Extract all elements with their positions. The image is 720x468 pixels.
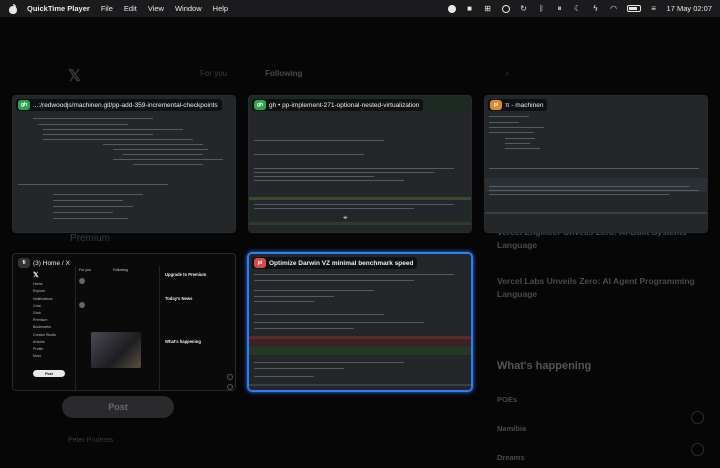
sidebar-heading-premium: Upgrade to Premium	[165, 272, 207, 277]
window-thumbnail-4[interactable]: 𝕏 Home Explore Notifications Chat Grok P…	[12, 253, 236, 391]
app-menu[interactable]: QuickTime Player	[27, 4, 90, 13]
window-thumbnail-3[interactable]: pi π - machinen	[484, 95, 708, 233]
nav-profile: Profile	[33, 347, 44, 352]
gh-app-icon: gh	[254, 100, 266, 110]
menu-edit[interactable]: Edit	[124, 4, 137, 13]
tab-for-you: For you	[200, 69, 228, 78]
search-icon: ⌕	[505, 69, 510, 78]
menu-help[interactable]: Help	[213, 4, 228, 13]
bluetooth-icon[interactable]: ᛒ	[537, 4, 547, 14]
cursor-icon: ⌖	[343, 213, 348, 222]
pause-icon[interactable]: ⏸	[555, 4, 565, 14]
trend-small-3: Dreams	[497, 453, 525, 462]
trend-item-2: Vercel Labs Unveils Zero: AI Agent Progr…	[497, 276, 695, 299]
x-logo-icon: 𝕏	[68, 68, 81, 85]
post-button: Post	[62, 396, 174, 418]
grid-icon[interactable]: ⊞	[483, 4, 493, 14]
menubar-clock[interactable]: 17 May 02:07	[667, 4, 712, 13]
bolt-icon[interactable]: ϟ	[591, 4, 601, 14]
nav-premium: Premium	[33, 318, 48, 323]
nav-chat: Chat	[33, 303, 41, 308]
browser-content: 𝕏 Home Explore Notifications Chat Grok P…	[13, 254, 235, 390]
window-title: Optimize Darwin VZ minimal benchmark spe…	[269, 259, 414, 267]
window-label: fi (3) Home / X	[16, 257, 74, 269]
gh-app-icon: gh	[18, 100, 30, 110]
terminal-content	[13, 96, 235, 232]
chat-icon	[691, 411, 704, 424]
x-feed-tabs: For you Following	[79, 268, 128, 272]
window-thumbnail-1[interactable]: gh ...:/redwoodjs/machinen.git/pp-add-35…	[12, 95, 236, 233]
window-title: gh • pp-implement-271-optional-nested-vi…	[269, 101, 420, 109]
menu-view[interactable]: View	[148, 4, 164, 13]
control-center-icon[interactable]: ≡	[649, 4, 659, 14]
window-title: π - machinen	[505, 101, 544, 109]
tab-following: Following	[112, 268, 128, 272]
tab-for-you: For you	[79, 268, 91, 272]
circle-icon[interactable]	[501, 4, 511, 14]
x-sidebar: Upgrade to Premium Today's News What's h…	[165, 268, 227, 345]
premium-label: Premium	[70, 233, 111, 244]
pi-app-icon: pi	[490, 100, 502, 110]
nav-grok: Grok	[33, 311, 41, 316]
terminal-content	[485, 96, 707, 232]
nav-notifications: Notifications	[33, 296, 53, 301]
sidebar-heading-news: Today's News	[165, 295, 193, 301]
nav-explore: Explore	[33, 289, 46, 294]
terminal-content: ⌖	[249, 96, 471, 232]
window-label: pi π - machinen	[488, 99, 548, 111]
menu-file[interactable]: File	[101, 4, 113, 13]
x-feed	[75, 266, 160, 390]
moon-icon[interactable]: ☾	[573, 4, 583, 14]
sidebar-heading-happening: What's happening	[165, 339, 201, 344]
window-label: gh gh • pp-implement-271-optional-nested…	[252, 99, 424, 111]
window-label: pi Optimize Darwin VZ minimal benchmark …	[252, 257, 418, 269]
trend-small-1: POEs	[497, 395, 518, 404]
menu-window[interactable]: Window	[175, 4, 202, 13]
chat-icon	[227, 374, 233, 380]
stop-icon[interactable]: ■	[465, 4, 475, 14]
record-icon[interactable]	[447, 4, 457, 14]
browser-app-icon: fi	[18, 258, 30, 268]
window-title: (3) Home / X	[33, 259, 70, 267]
status-area: ■ ⊞ ↻ ᛒ ⏸ ☾ ϟ ◠ ≡ 17 May 02:07	[447, 0, 712, 17]
x-logo-icon: 𝕏	[33, 272, 39, 279]
wifi-icon[interactable]: ◠	[609, 4, 619, 14]
nav-more: More	[33, 354, 42, 359]
feed-tabs: For you Following	[200, 69, 302, 78]
battery-icon[interactable]	[626, 5, 641, 12]
nav-articles: Articles	[33, 339, 45, 344]
tab-following: Following	[265, 69, 303, 78]
trend-small-2: Namibia	[497, 424, 527, 433]
nav-bookmarks: Bookmarks	[33, 325, 51, 330]
apple-icon[interactable]	[8, 3, 18, 14]
background-app: 𝕏 For you Following ⌕ Premium Post Peter…	[0, 17, 720, 468]
window-title: ...:/redwoodjs/machinen.git/pp-add-359-i…	[33, 101, 218, 109]
post-image	[91, 332, 141, 368]
menu-bar: QuickTime Player File Edit View Window H…	[0, 0, 720, 17]
pi-app-icon: pi	[254, 258, 266, 268]
message-icon	[227, 384, 233, 390]
profile-name: Peter Pruteres	[68, 437, 114, 444]
window-thumbnail-2[interactable]: ⌖ gh gh • pp-implement-271-optional-nest…	[248, 95, 472, 233]
whats-happening-heading: What's happening	[497, 360, 592, 372]
sync-icon[interactable]: ↻	[519, 4, 529, 14]
terminal-content	[249, 254, 471, 390]
window-thumbnail-5[interactable]: pi Optimize Darwin VZ minimal benchmark …	[247, 252, 473, 392]
avatar	[79, 302, 85, 308]
avatar	[79, 278, 85, 284]
x-post-button: Post	[33, 370, 65, 377]
nav-creator-studio: Creator Studio	[33, 332, 57, 337]
nav-home: Home	[33, 282, 43, 287]
x-nav: 𝕏 Home Explore Notifications Chat Grok P…	[33, 272, 65, 360]
window-label: gh ...:/redwoodjs/machinen.git/pp-add-35…	[16, 99, 222, 111]
message-icon	[691, 443, 704, 456]
